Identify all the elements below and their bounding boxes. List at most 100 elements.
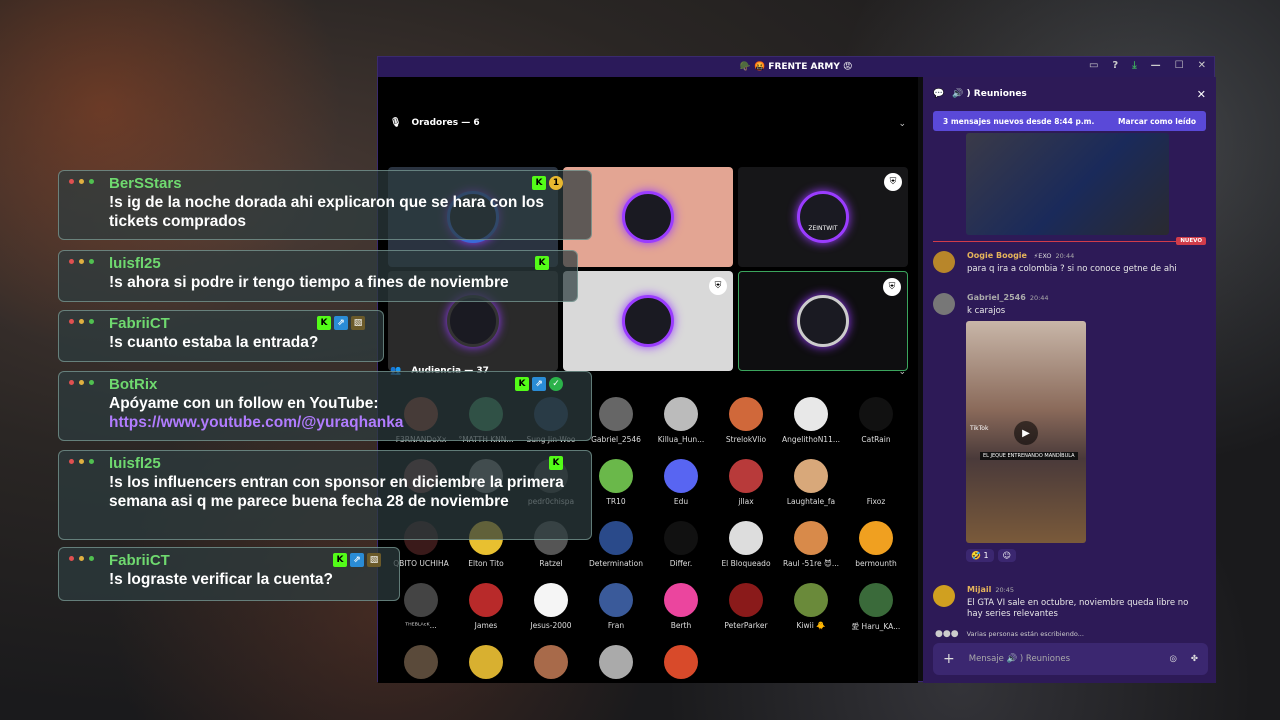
overlay-text: Apóyame con un follow en YouTube:: [109, 395, 379, 412]
new-divider: [933, 241, 1206, 242]
message-text: para q ira a colombia ? si no conoce get…: [967, 264, 1177, 274]
speaker-tile[interactable]: ZEINTWIT ⛨: [738, 167, 908, 267]
audience-member[interactable]: Fran: [583, 583, 649, 630]
speakers-header[interactable]: 🎙 Oradores — 6: [390, 113, 480, 133]
chevron-down-icon[interactable]: ⌄: [898, 119, 906, 129]
avatar[interactable]: [933, 251, 955, 273]
audience-member[interactable]: Differ.: [648, 521, 714, 568]
overlay-message-text: !s ahora si podre ir tengo tiempo a fine…: [109, 274, 567, 293]
author-name[interactable]: Gabriel_2546: [967, 293, 1026, 302]
author-name[interactable]: Oogie Boogie: [967, 251, 1027, 260]
audience-member[interactable]: StrelokVlio: [713, 397, 779, 444]
overlay-username: BotRix: [109, 376, 158, 393]
user-badges: K: [535, 256, 549, 270]
audience-member[interactable]: [583, 645, 649, 683]
timestamp: 20:44: [1055, 252, 1075, 260]
maximize-button[interactable]: ☐: [1175, 60, 1184, 71]
new-messages-banner[interactable]: 3 mensajes nuevos desde 8:44 p.m. Marcar…: [933, 111, 1206, 131]
audience-member[interactable]: 愛 Haru_KA...: [843, 583, 909, 632]
member-name: ᵀᴴᴱᴮᴸᴬᶜᴷ...: [405, 621, 437, 630]
speaker-avatar: [622, 191, 674, 243]
overlay-message-text: Apóyame con un follow en YouTube: https:/…: [109, 395, 581, 433]
play-icon[interactable]: ▶: [1014, 421, 1038, 445]
avatar: [729, 521, 763, 555]
avatar: [794, 583, 828, 617]
avatar: [469, 645, 503, 679]
audience-member[interactable]: Fixoz: [843, 459, 909, 506]
apps-icon[interactable]: ✤: [1191, 654, 1198, 664]
blue-badge-icon: ⇗: [350, 553, 364, 567]
audience-member[interactable]: Jesus-2000: [518, 583, 584, 630]
audience-member[interactable]: Edu: [648, 459, 714, 506]
add-reaction-icon[interactable]: ☺: [997, 549, 1016, 562]
audience-member[interactable]: Kiwii 🐥: [778, 583, 844, 630]
audience-member[interactable]: Determination: [583, 521, 649, 568]
member-name: Jesus-2000: [530, 621, 572, 630]
typing-indicator: ●●● Varias personas están escribiendo...: [935, 629, 1084, 639]
author-name[interactable]: Mijail: [967, 585, 991, 594]
message-input[interactable]: + Mensaje 🔊 ) Reuniones ◎ ✤: [933, 643, 1208, 675]
tiktok-video[interactable]: TikTok ▶ EL JEQUE ENTRENANDO MANDÍBULA: [966, 321, 1086, 543]
chat-message: Mijail 20:45 El GTA VI sale en octubre, n…: [933, 585, 1203, 621]
speakers-label: Oradores — 6: [411, 118, 480, 128]
audience-member[interactable]: Raul -51re 😈...: [778, 521, 844, 568]
audience-member[interactable]: [388, 645, 454, 683]
blue-badge-icon: ⇗: [532, 377, 546, 391]
avatar: [599, 397, 633, 431]
audience-member[interactable]: jllax: [713, 459, 779, 506]
help-icon[interactable]: ?: [1112, 60, 1118, 71]
message-text: k carajos: [967, 306, 1006, 316]
close-icon[interactable]: ✕: [1197, 88, 1206, 101]
overlay-username: BerSStars: [109, 175, 182, 192]
stream-image[interactable]: [966, 133, 1169, 235]
audience-member[interactable]: PeterParker: [713, 583, 779, 630]
download-icon[interactable]: ⤓: [1132, 60, 1136, 71]
audience-member[interactable]: James: [453, 583, 519, 630]
audience-member[interactable]: Berth: [648, 583, 714, 630]
close-window-button[interactable]: ✕: [1198, 60, 1206, 71]
avatar: [664, 583, 698, 617]
member-name: 愛 Haru_KA...: [851, 622, 901, 631]
typing-dots-icon: ●●●: [935, 629, 959, 639]
avatar: [859, 521, 893, 555]
moderator-shield-icon: ⛨: [883, 278, 901, 296]
plus-icon[interactable]: +: [943, 651, 955, 667]
youtube-link[interactable]: https://www.youtube.com/@yuraqhanka: [109, 414, 403, 431]
audience-member[interactable]: [648, 645, 714, 683]
audience-member[interactable]: bermounth: [843, 521, 909, 568]
mark-read-button[interactable]: Marcar como leído: [1118, 117, 1196, 126]
audience-member[interactable]: El Bloqueado: [713, 521, 779, 568]
avatar: [729, 397, 763, 431]
audience-member[interactable]: AngelithoN11...: [778, 397, 844, 444]
window-dots-icon: [69, 179, 94, 184]
member-name: Fixoz: [866, 497, 886, 506]
audience-member[interactable]: Gabriel_2546: [583, 397, 649, 444]
avatar[interactable]: [933, 585, 955, 607]
avatar: [599, 459, 633, 493]
audience-member[interactable]: [518, 645, 584, 683]
audience-member[interactable]: TR10: [583, 459, 649, 506]
member-name: Determination: [588, 559, 643, 568]
speaker-tile[interactable]: ⛨: [738, 271, 908, 371]
typing-text: Varias personas están escribiendo...: [966, 630, 1084, 638]
gift-icon[interactable]: ◎: [1169, 654, 1176, 664]
audience-member[interactable]: [453, 645, 519, 683]
audience-member[interactable]: Laughtale_fa: [778, 459, 844, 506]
member-name: Ratzel: [539, 559, 563, 568]
minimize-button[interactable]: —: [1151, 60, 1161, 71]
chevron-down-icon[interactable]: ⌄: [898, 367, 906, 377]
reaction-button[interactable]: 🤣 1: [966, 549, 994, 562]
audience-member[interactable]: CatRain: [843, 397, 909, 444]
overlay-text: !s ig de la noche dorada ahi explicaron …: [109, 194, 544, 230]
speaker-tile[interactable]: ⛨: [563, 271, 733, 371]
window-controls: ▭ ? ⤓ — ☐ ✕: [1089, 60, 1206, 71]
member-name: Laughtale_fa: [786, 497, 836, 506]
user-badges: K ⇗ ▧: [317, 316, 365, 330]
kick-badge-icon: K: [535, 256, 549, 270]
member-name: Kiwii 🐥: [796, 621, 826, 630]
discord-window: 🪖 🤬 FRENTE ARMY 😡 ▭ ? ⤓ — ☐ ✕ 🎙 Oradores…: [377, 56, 1216, 683]
avatar[interactable]: [933, 293, 955, 315]
member-name: bermounth: [855, 559, 897, 568]
audience-member[interactable]: Killua_Hun...: [648, 397, 714, 444]
inbox-icon[interactable]: ▭: [1089, 60, 1098, 71]
